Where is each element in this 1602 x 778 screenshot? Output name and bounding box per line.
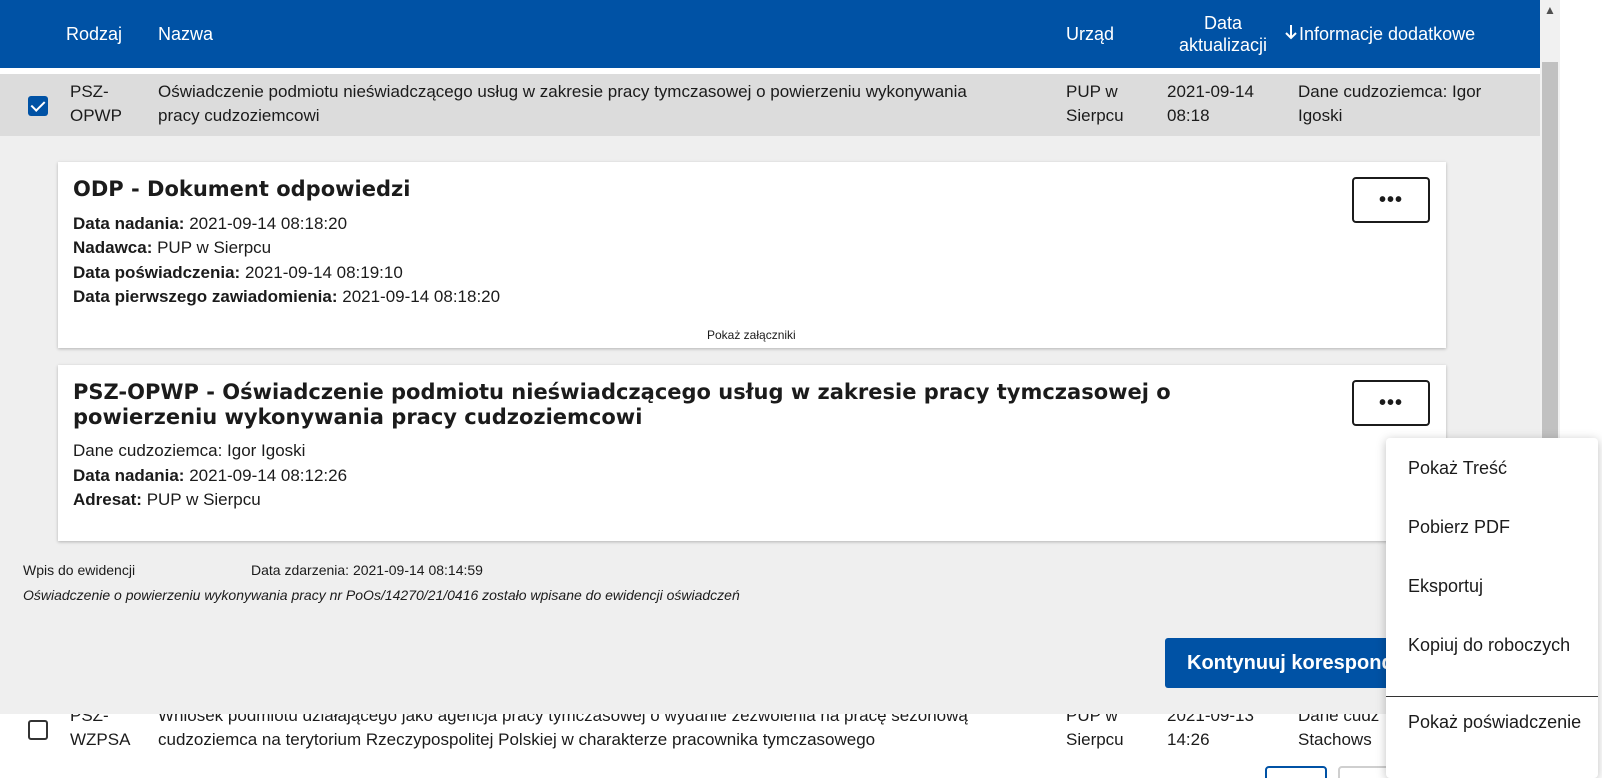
column-header-rodzaj[interactable]: Rodzaj — [66, 0, 122, 68]
row-data: 2021-09-13 14:26 — [1167, 714, 1254, 749]
scrollbar-thumb[interactable] — [1542, 62, 1558, 462]
menu-item-kopiuj-do-roboczych[interactable]: Kopiuj do roboczych — [1408, 635, 1570, 656]
scroll-up-icon[interactable]: ▲ — [1540, 0, 1560, 20]
card-field-data-nadania: Data nadania: 2021-09-14 08:18:20 — [73, 214, 348, 233]
row-checkbox[interactable] — [28, 720, 48, 740]
menu-item-pokaz-tresc[interactable]: Pokaż Treść — [1408, 458, 1507, 479]
card-title: PSZ-OPWP - Oświadczenie podmiotu nieświa… — [73, 380, 1171, 429]
row-nazwa: Oświadczenie podmiotu nieświadczącego us… — [158, 82, 967, 125]
more-options-button[interactable]: ••• — [1352, 380, 1430, 426]
card-field-data-zawiadomienia: Data pierwszego zawiadomienia: 2021-09-1… — [73, 287, 501, 306]
show-attachments-link[interactable]: Pokaż załączniki — [707, 328, 796, 342]
menu-divider — [1386, 696, 1598, 697]
arrow-down-icon — [1285, 24, 1297, 45]
column-header-label: Data — [1203, 13, 1242, 33]
card-title: ODP - Dokument odpowiedzi — [73, 177, 411, 201]
more-options-button[interactable]: ••• — [1352, 177, 1430, 223]
document-card-odp: ODP - Dokument odpowiedzi Data nadania: … — [58, 162, 1446, 348]
row-info: Dane cudz Stachows — [1298, 714, 1380, 749]
menu-item-pokaz-poswiadczenie[interactable]: Pokaż poświadczenie — [1408, 712, 1581, 733]
card-field-data-nadania: Data nadania: 2021-09-14 08:12:26 — [73, 466, 348, 485]
column-header-informacje[interactable]: Informacje dodatkowe — [1285, 0, 1475, 68]
actions-dropdown-menu: Pokaż Treść Pobierz PDF Eksportuj Kopiuj… — [1386, 438, 1598, 778]
event-date: Data zdarzenia: 2021-09-14 08:14:59 — [251, 562, 483, 578]
ellipsis-icon: ••• — [1378, 391, 1403, 414]
column-header-nazwa[interactable]: Nazwa — [158, 0, 213, 68]
table-row[interactable]: PSZ- OPWP Oświadczenie podmiotu nieświadc… — [0, 74, 1540, 136]
event-type: Wpis do ewidencji — [23, 562, 136, 578]
column-header-label: Urząd — [1066, 23, 1115, 44]
event-description: Oświadczenie o powierzeniu wykonywania p… — [23, 587, 740, 603]
row-nazwa: Wniosek podmiotu działającego jako agenc… — [158, 714, 968, 749]
column-header-label: aktualizacji — [1178, 35, 1268, 55]
column-header-urzad[interactable]: Urząd — [1066, 0, 1114, 68]
row-checkbox[interactable] — [28, 96, 48, 116]
row-urzad: PUP w Sierpcu — [1066, 82, 1124, 125]
column-header-data-aktualizacji[interactable]: Data aktualizacji — [1168, 0, 1278, 68]
document-card-psz-opwp: PSZ-OPWP - Oświadczenie podmiotu nieświa… — [58, 365, 1446, 541]
ellipsis-icon: ••• — [1378, 188, 1403, 211]
column-header-label: Rodzaj — [66, 23, 123, 44]
column-header-label: Nazwa — [158, 23, 214, 44]
row-rodzaj: PSZ- WZPSA — [70, 714, 131, 749]
column-header-label: Informacje dodatkowe — [1299, 23, 1476, 44]
row-info: Dane cudzoziemca: Igor Igoski — [1298, 82, 1482, 125]
pagination-button[interactable] — [1265, 766, 1327, 778]
card-field-nadawca: Nadawca: PUP w Sierpcu — [73, 238, 272, 257]
menu-item-eksportuj[interactable]: Eksportuj — [1408, 576, 1483, 597]
row-data: 2021-09-14 08:18 — [1167, 82, 1254, 125]
row-rodzaj: PSZ- OPWP — [70, 82, 122, 125]
card-field-adresat: Adresat: PUP w Sierpcu — [73, 490, 261, 509]
row-urzad: PUP w Sierpcu — [1066, 714, 1124, 749]
card-field-dane-cudzoziemca: Dane cudzoziemca: Igor Igoski — [73, 441, 306, 460]
menu-item-pobierz-pdf[interactable]: Pobierz PDF — [1408, 517, 1510, 538]
table-header: Rodzaj Nazwa Urząd Data aktualizacji Inf… — [0, 0, 1540, 68]
card-field-data-poswiadczenia: Data poświadczenia: 2021-09-14 08:19:10 — [73, 263, 403, 282]
documents-panel: Rodzaj Nazwa Urząd Data aktualizacji Inf… — [0, 0, 1540, 778]
